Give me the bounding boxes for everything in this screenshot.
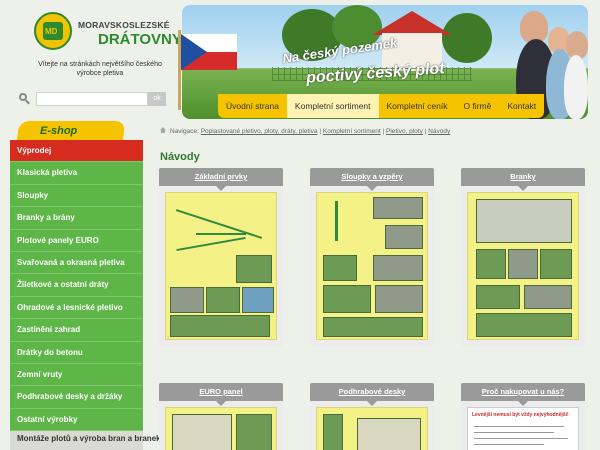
home-icon bbox=[160, 127, 166, 133]
nav-item-price-list[interactable]: Kompletní ceník bbox=[379, 94, 456, 118]
sidebar-item-shading[interactable]: Zastínění zahrad bbox=[10, 319, 143, 342]
logo-main-text: DRÁTOVNY bbox=[98, 31, 182, 48]
guide-card-title[interactable]: Základní prvky bbox=[159, 168, 283, 191]
guide-card-title[interactable]: Sloupky a vzpěry bbox=[310, 168, 434, 191]
sidebar-item-razor-wire[interactable]: Žiletkové a ostatní dráty bbox=[10, 274, 143, 297]
nav-item-contact[interactable]: Kontakt bbox=[499, 94, 544, 118]
breadcrumb: Navigace: Poplastované pletivo, ploty, d… bbox=[160, 127, 600, 135]
breadcrumb-prefix: Navigace: bbox=[170, 128, 199, 135]
breadcrumb-link[interactable]: Poplastované pletivo, ploty, dráty, plet… bbox=[201, 128, 318, 135]
page-title: Návody bbox=[160, 151, 200, 163]
guide-card-title[interactable]: Proč nakupovat u nás? bbox=[461, 383, 585, 406]
guide-thumbnail[interactable]: Levnější nemusí být vždy nejvýhodnější! bbox=[467, 407, 579, 450]
search-bar: ok bbox=[18, 92, 166, 106]
sidebar-item-installation[interactable]: Montáže plotů a výroba bran a branek bbox=[10, 431, 161, 450]
nav-item-about[interactable]: O firmě bbox=[455, 94, 499, 118]
sidebar-item-other-products[interactable]: Ostatní výrobky bbox=[10, 408, 143, 432]
sidebar-item-euro-panels[interactable]: Plotové panely EURO bbox=[10, 229, 143, 252]
site-logo[interactable]: MD MORAVSKOSLEZSKÉ DRÁTOVNY bbox=[34, 12, 182, 52]
search-button[interactable]: ok bbox=[148, 92, 166, 106]
nav-item-home[interactable]: Úvodní strana bbox=[218, 94, 287, 118]
main-nav: Úvodní strana Kompletní sortiment Komple… bbox=[218, 94, 545, 118]
breadcrumb-link[interactable]: Návody bbox=[428, 128, 450, 135]
guide-card-title[interactable]: Podhrabové desky bbox=[310, 383, 434, 406]
doc-title: Levnější nemusí být vždy nejvýhodnější! bbox=[472, 412, 569, 418]
logo-top-text: MORAVSKOSLEZSKÉ bbox=[78, 20, 170, 30]
logo-emblem-text: MD bbox=[45, 27, 58, 36]
sidebar-item-base-boards[interactable]: Podhrabové desky a držáky bbox=[10, 386, 143, 409]
guide-card-title[interactable]: EURO panel bbox=[159, 383, 283, 406]
guide-card[interactable]: Branky bbox=[461, 168, 585, 346]
tagline: Vítejte na stránkách největšího českého … bbox=[38, 61, 162, 77]
guide-thumbnail[interactable] bbox=[165, 407, 277, 450]
nav-item-complete-assortment[interactable]: Kompletní sortiment bbox=[286, 94, 379, 118]
logo-emblem: MD bbox=[34, 12, 72, 50]
guide-thumbnail[interactable] bbox=[165, 192, 277, 340]
guide-card-title[interactable]: Branky bbox=[461, 168, 585, 191]
guide-card[interactable]: EURO panel bbox=[159, 383, 283, 450]
breadcrumb-link[interactable]: Pletivo, ploty bbox=[386, 128, 423, 135]
sidebar-item-concrete-fibers[interactable]: Drátky do betonu bbox=[10, 341, 143, 364]
guide-card[interactable]: Sloupky a vzpěry bbox=[310, 168, 434, 346]
search-icon bbox=[18, 93, 30, 105]
guide-thumbnail[interactable] bbox=[316, 192, 428, 340]
banner-slogan-line2: poctivý český plot bbox=[305, 60, 446, 87]
guide-card[interactable]: Základní prvky bbox=[159, 168, 283, 346]
sidebar-item-gates[interactable]: Branky a brány bbox=[10, 207, 143, 230]
guide-card[interactable]: Proč nakupovat u nás? Levnější nemusí bý… bbox=[461, 383, 585, 450]
search-input[interactable] bbox=[36, 92, 148, 106]
eshop-label: E-shop bbox=[40, 125, 78, 137]
sidebar-item-forest-mesh[interactable]: Ohradové a lesnické pletivo bbox=[10, 296, 143, 320]
guide-thumbnail[interactable] bbox=[467, 192, 579, 340]
sidebar-item-classic-mesh[interactable]: Klasická pletiva bbox=[10, 162, 143, 185]
sidebar-item-welded-mesh[interactable]: Svařovaná a okrasná pletiva bbox=[10, 251, 143, 275]
sidebar-item-sale[interactable]: Výprodej bbox=[10, 140, 143, 163]
guide-thumbnail[interactable] bbox=[316, 407, 428, 450]
guide-card[interactable]: Podhrabové desky bbox=[310, 383, 434, 450]
sidebar-item-posts[interactable]: Sloupky bbox=[10, 184, 143, 208]
sidebar-menu: Výprodej Klasická pletiva Sloupky Branky… bbox=[10, 140, 161, 450]
czech-flag-image bbox=[176, 30, 240, 110]
sidebar-item-ground-screws[interactable]: Zemní vruty bbox=[10, 363, 143, 387]
breadcrumb-link[interactable]: Kompletní sortiment bbox=[323, 128, 381, 135]
